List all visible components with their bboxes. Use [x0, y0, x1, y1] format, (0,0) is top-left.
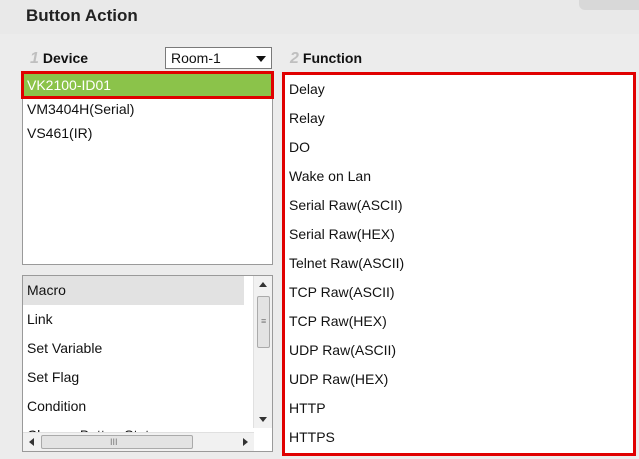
function-label: Function — [302, 50, 363, 66]
action-type-item[interactable]: Set Variable — [23, 334, 244, 363]
function-list: Delay Relay DO Wake on Lan Serial Raw(ASCII)… — [282, 72, 636, 456]
room-select-value: Room-1 — [171, 50, 221, 66]
action-type-item[interactable]: Condition — [23, 392, 244, 421]
device-header: 1 Device — [30, 50, 88, 68]
function-item[interactable]: TCP Raw(ASCII) — [285, 278, 633, 307]
page-title: Button Action — [26, 6, 138, 25]
grip-icon: III — [110, 437, 118, 447]
function-item[interactable]: Serial Raw(ASCII) — [285, 191, 633, 220]
step-number-2: 2 — [290, 50, 299, 67]
chevron-down-icon — [256, 56, 266, 62]
horizontal-scrollbar[interactable]: III — [23, 432, 254, 451]
device-item[interactable]: VS461(IR) — [23, 121, 272, 145]
function-item[interactable]: UDP Raw(HEX) — [285, 365, 633, 394]
action-type-list: Macro Link Set Variable Set Flag Conditi… — [22, 275, 273, 452]
scroll-right-arrow-icon[interactable] — [243, 438, 248, 446]
action-type-item[interactable]: Macro — [23, 276, 244, 305]
scroll-left-arrow-icon[interactable] — [29, 438, 34, 446]
scroll-down-arrow-icon[interactable] — [259, 417, 267, 422]
scroll-up-arrow-icon[interactable] — [259, 282, 267, 287]
vertical-scrollbar[interactable]: ≡ — [253, 276, 272, 428]
function-header: 2 Function — [290, 50, 362, 68]
action-type-item[interactable]: Set Flag — [23, 363, 244, 392]
scrollbar-thumb[interactable]: ≡ — [257, 296, 270, 348]
function-item[interactable]: Serial Raw(HEX) — [285, 220, 633, 249]
step-number-1: 1 — [30, 50, 39, 67]
device-item[interactable]: VK2100-ID01 — [21, 71, 274, 99]
device-item[interactable]: VM3404H(Serial) — [23, 97, 272, 121]
grip-icon: ≡ — [261, 316, 267, 326]
function-item[interactable]: DO — [285, 133, 633, 162]
action-type-item[interactable]: Link — [23, 305, 244, 334]
device-label: Device — [42, 50, 89, 66]
function-item[interactable]: UDP Raw(ASCII) — [285, 336, 633, 365]
hscrollbar-thumb[interactable]: III — [41, 435, 193, 449]
function-item[interactable]: HTTPS — [285, 423, 633, 452]
window-corner — [579, 0, 639, 10]
function-item[interactable]: HTTP — [285, 394, 633, 423]
room-select[interactable]: Room-1 — [165, 47, 272, 69]
function-item[interactable]: Delay — [285, 75, 633, 104]
function-item[interactable]: Relay — [285, 104, 633, 133]
function-item[interactable]: Wake on Lan — [285, 162, 633, 191]
function-item[interactable]: TCP Raw(HEX) — [285, 307, 633, 336]
function-item[interactable]: Telnet Raw(ASCII) — [285, 249, 633, 278]
device-list: VK2100-ID01 VM3404H(Serial) VS461(IR) — [21, 71, 274, 265]
